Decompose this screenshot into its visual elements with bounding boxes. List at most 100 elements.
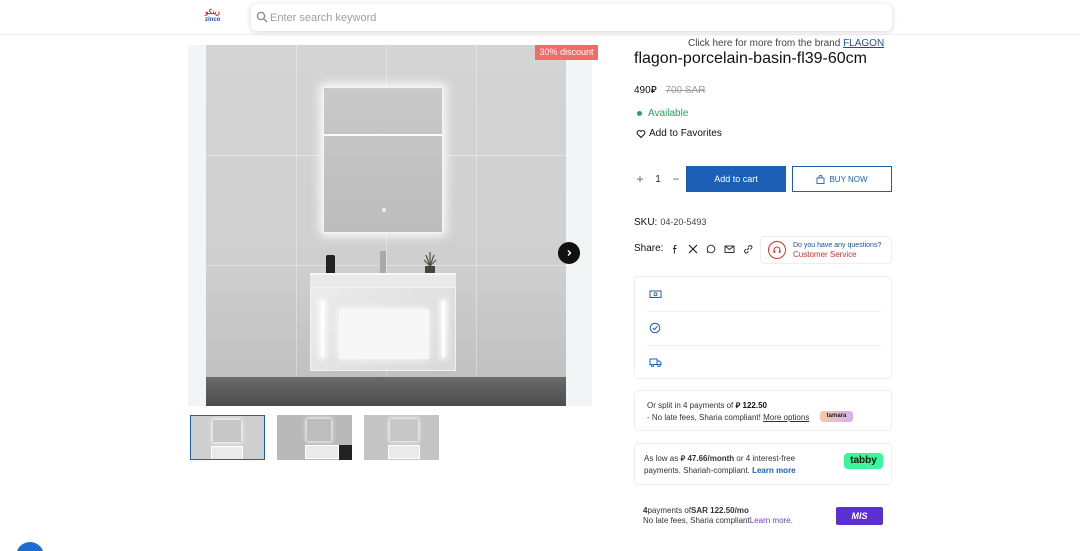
tabby-logo: tabby [844,453,883,469]
add-to-cart-button[interactable]: Add to cart [686,166,786,192]
discount-badge: 30% discount [535,45,598,60]
sku-label: SKU: [634,217,658,228]
mis-amount: SAR 122.50/mo [691,506,749,515]
mirror-touch-sensor [382,208,386,212]
favorites-label: Add to Favorites [649,128,722,139]
cs-question: Do you have any questions? [793,241,882,249]
customer-service-button[interactable]: Do you have any questions? Customer Serv… [760,236,892,264]
mis-learn-more-link[interactable]: Learn more. [750,516,793,525]
check-badge-icon [649,322,661,334]
search-input[interactable] [270,7,870,28]
product-title: flagon-porcelain-basin-fl39-60cm [634,50,868,67]
logo-arabic-text: زينكو [205,9,220,16]
tabby-note: payments. Shariah-compliant. [644,466,750,475]
cash-icon [649,290,662,298]
floor [206,377,566,406]
chat-widget-button[interactable] [16,542,44,551]
riyal-symbol: ⃁ [650,85,657,96]
tabby-prefix: As low as [644,454,679,463]
faucet [380,251,386,273]
brand-prefix: Click here for more from the brand [688,38,841,49]
heart-icon [636,129,646,138]
riyal-symbol: ⃁ [680,454,686,463]
mis-mid: payments of [647,506,692,515]
headset-icon [768,241,786,259]
wall-tile-line [206,265,566,266]
thumbnail-cabinet [305,445,339,459]
soap-bottle [326,255,335,275]
thumbnail-dark-object [339,445,352,460]
thumbnail-cabinet [388,445,420,459]
tabby-amount: 47.66/month [687,454,735,463]
feature-row-quality [635,311,893,345]
site-header: زينكو zinco [0,0,1080,35]
next-image-button[interactable] [558,242,580,264]
old-price: 700 SAR [665,85,706,96]
availability-status: Available [637,108,688,119]
sku-row: SKU: 04-20-5493 [634,217,706,228]
decrease-quantity-button[interactable]: − [670,166,682,192]
tabby-line-1: As low as ⃁ 47.66/month or 4 interest-fr… [644,454,795,464]
led-mirror [323,87,443,233]
plant-decoration [423,252,437,273]
tabby-installment-box: As low as ⃁ 47.66/month or 4 interest-fr… [634,443,892,485]
increase-quantity-button[interactable]: + [634,166,646,192]
share-row: Share: [634,243,753,254]
vanity-cabinet [310,287,456,371]
thumbnail-3[interactable] [364,415,439,460]
thumbnail-mirror [213,420,241,442]
search-icon [256,11,268,23]
add-to-favorites-button[interactable]: Add to Favorites [636,128,722,139]
quantity-value[interactable]: 1 [655,174,661,185]
tabby-line-2: payments. Shariah-compliant. Learn more [644,466,796,475]
delivery-truck-icon [649,358,662,367]
features-box [634,276,892,379]
tamara-note: - No late fees, Sharia compliant! [647,413,761,422]
tabby-learn-more-link[interactable]: Learn more [752,466,796,475]
product-main-image[interactable] [206,45,566,406]
cabinet-light-bar [442,301,445,357]
customer-service-text: Do you have any questions? Customer Serv… [793,241,881,260]
riyal-symbol: ⃁ [735,401,741,410]
basin-counter [310,273,456,287]
brand-link-line: Click here for more from the brand FLAGO… [688,38,884,49]
shopping-bag-icon [817,174,825,184]
thumbnail-1[interactable] [190,415,265,460]
mis-line-2: No late fees, Sharia compliantLearn more… [643,516,793,525]
cabinet-shelf [339,309,429,359]
tabby-suffix: or 4 interest-free [736,454,796,463]
status-dot [637,111,642,116]
x-twitter-icon[interactable] [688,244,698,254]
thumbnail-mirror [390,419,418,441]
sku-value: 04-20-5493 [660,217,707,227]
feature-row-delivery [635,345,893,379]
mis-logo: MIS [836,507,883,525]
tamara-prefix: Or split in 4 payments of [647,401,734,410]
cabinet-light-bar [321,301,324,357]
price-row: 490⃁ 700 SAR [634,83,705,96]
mis-line-1: 4payments ofSAR 122.50/mo [643,506,749,515]
tamara-installment-box: Or split in 4 payments of ⃁ 122.50 - No … [634,390,892,431]
mirror-light-strip [324,134,442,136]
email-icon[interactable] [724,244,735,254]
brand-link[interactable]: FLAGON [843,38,884,49]
availability-label: Available [648,108,689,119]
tamara-more-options-link[interactable]: More options [763,413,809,422]
mis-note: No late fees, Sharia compliant [643,516,750,525]
cs-label: Customer Service [793,249,857,259]
whatsapp-icon[interactable] [706,244,716,254]
chevron-right-icon [567,250,572,256]
buy-now-button[interactable]: BUY NOW [792,166,892,192]
copy-link-icon[interactable] [743,244,753,254]
quantity-stepper: + 1 − [634,166,682,192]
thumbnail-mirror [307,419,331,441]
feature-row-payment [635,277,893,311]
wall-tile-line [476,45,477,375]
brand-logo[interactable]: زينكو zinco [205,9,235,25]
tamara-line-1: Or split in 4 payments of ⃁ 122.50 [647,401,767,411]
buy-now-label: BUY NOW [829,174,868,184]
facebook-icon[interactable] [671,244,680,254]
thumbnail-2[interactable] [277,415,352,460]
tamara-line-2: - No late fees, Sharia compliant! More o… [647,413,809,422]
search-bar [251,4,892,31]
